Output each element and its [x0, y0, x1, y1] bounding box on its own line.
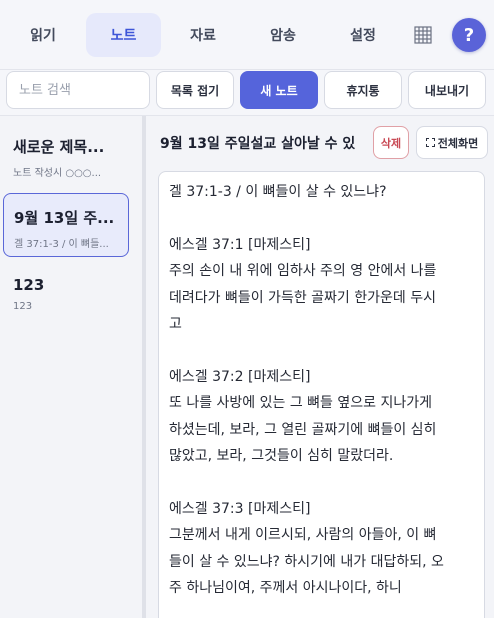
- tab-read[interactable]: 읽기: [8, 13, 78, 57]
- notes-toolbar: 목록 접기 새 노트 휴지통 내보내기: [0, 70, 494, 116]
- note-body: 겔 37:1-3 / 이 뼈들이 살 수 있느냐? 에스겔 37:1 [마제스티…: [169, 179, 474, 602]
- note-body-line: 또 나를 사방에 있는 그 뼈들 옆으로 지나가게: [169, 395, 432, 412]
- fullscreen-label: 전체화면: [437, 136, 479, 150]
- note-item-preview: 노트 작성시 ○○○...: [13, 168, 102, 179]
- note-item-preview: 겔 37:1-3 / 이 뼈들...: [14, 239, 109, 250]
- note-list-item[interactable]: 123 123: [3, 276, 129, 320]
- grid-icon[interactable]: [412, 24, 434, 46]
- delete-note-button[interactable]: 삭제: [373, 126, 409, 159]
- note-body-line: 주의 손이 내 위에 임하사 주의 영 안에서 나를: [169, 263, 437, 280]
- export-button[interactable]: 내보내기: [408, 71, 486, 109]
- note-body-line: 데려다가 뼈들이 가득한 골짜기 한가운데 두시: [169, 289, 436, 306]
- expand-icon: [425, 138, 435, 147]
- note-body-line: 주 하나님이여, 주께서 아시나이다, 하니: [169, 580, 402, 597]
- tab-memorize[interactable]: 암송: [248, 13, 318, 57]
- help-button[interactable]: ?: [452, 18, 486, 52]
- note-item-title: 123: [13, 276, 45, 294]
- note-body-line: 에스겔 37:2 [마제스티]: [169, 368, 311, 385]
- panel-resize-handle[interactable]: [142, 116, 146, 618]
- note-body-line: 들이 살 수 있느냐? 하시기에 내가 대답하되, 오: [169, 553, 444, 570]
- new-note-button[interactable]: 새 노트: [240, 71, 318, 109]
- note-body-line: 그분께서 내게 이르시되, 사람의 아들아, 이 뼈: [169, 527, 437, 544]
- note-item-title: 새로운 제목...: [13, 138, 105, 156]
- note-search-input[interactable]: [6, 71, 150, 109]
- note-body-line: 겔 37:1-3 / 이 뼈들이 살 수 있느냐?: [169, 184, 387, 200]
- note-body-line: 고: [169, 316, 182, 333]
- note-list-item[interactable]: 새로운 제목... 노트 작성시 ○○○...: [3, 136, 129, 186]
- trash-button[interactable]: 휴지통: [324, 71, 402, 109]
- note-body-line: 에스겔 37:3 [마제스티]: [169, 500, 311, 517]
- note-list-item-active[interactable]: 9월 13일 주... 겔 37:1-3 / 이 뼈들...: [3, 193, 129, 257]
- note-body-line: 많았고, 보라, 그것들이 심히 말랐더라.: [169, 448, 394, 465]
- fullscreen-button[interactable]: 전체화면: [416, 126, 488, 159]
- note-editor[interactable]: 겔 37:1-3 / 이 뼈들이 살 수 있느냐? 에스겔 37:1 [마제스티…: [158, 171, 485, 618]
- note-body-line: 하셨는데, 보라, 그 열린 골짜기에 뼈들이 심히: [169, 421, 437, 438]
- note-item-title: 9월 13일 주...: [14, 209, 115, 227]
- note-body-line: [169, 469, 474, 495]
- note-body-line: [169, 205, 474, 231]
- tab-settings[interactable]: 설정: [328, 13, 398, 57]
- note-header: 9월 13일 주일설교 살아날 수 있 삭제 전체화면: [146, 116, 494, 162]
- note-item-preview: 123: [13, 301, 33, 312]
- note-title[interactable]: 9월 13일 주일설교 살아날 수 있: [160, 133, 366, 153]
- note-body-line: 에스겔 37:1 [마제스티]: [169, 236, 311, 253]
- tab-notes[interactable]: 노트: [86, 13, 161, 57]
- top-navigation: 읽기 노트 자료 암송 설정 ?: [0, 0, 494, 70]
- tab-resources[interactable]: 자료: [168, 13, 238, 57]
- collapse-list-button[interactable]: 목록 접기: [156, 71, 234, 109]
- note-body-line: [169, 337, 474, 363]
- note-list: 새로운 제목... 노트 작성시 ○○○... 9월 13일 주... 겔 37…: [0, 116, 142, 618]
